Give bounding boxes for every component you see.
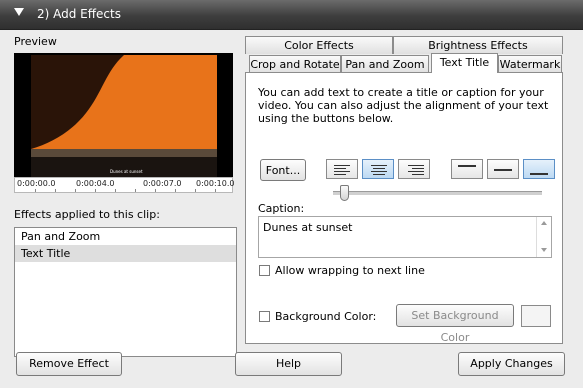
valign-middle-button[interactable] <box>487 159 519 179</box>
preview-overlay-text: Dunes at sunset <box>110 169 143 174</box>
font-button[interactable]: Font... <box>260 159 306 181</box>
timeline-tick <box>55 189 56 192</box>
align-center-button[interactable] <box>362 159 394 179</box>
apply-changes-button[interactable]: Apply Changes <box>458 352 565 376</box>
background-color-checkbox[interactable] <box>259 311 270 322</box>
align-line <box>412 174 424 175</box>
align-line <box>458 165 476 167</box>
timeline-tick <box>195 189 196 192</box>
position-slider-track[interactable] <box>333 191 542 196</box>
align-right-button[interactable] <box>398 159 430 179</box>
help-button[interactable]: Help <box>235 352 342 376</box>
align-line <box>530 173 548 175</box>
align-left-button[interactable] <box>326 159 358 179</box>
preview-image <box>14 53 233 179</box>
preview-timeline[interactable]: 0:00:00.0 0:00:04.0 0:00:07.0 0:00:10.0 <box>14 177 235 193</box>
timeline-tick <box>135 189 136 192</box>
caption-textarea[interactable]: Dunes at sunset <box>258 216 552 258</box>
effects-list[interactable]: Pan and Zoom Text Title <box>14 227 237 357</box>
section-title: 2) Add Effects <box>37 7 121 21</box>
align-line <box>408 171 424 172</box>
align-line <box>373 168 385 169</box>
collapse-triangle-icon[interactable] <box>14 8 24 16</box>
align-line <box>371 165 387 166</box>
timeline-tick <box>115 189 116 192</box>
effects-list-item[interactable]: Pan and Zoom <box>15 228 236 245</box>
align-line <box>334 168 346 169</box>
background-color-label: Background Color: <box>275 310 377 323</box>
align-line <box>412 168 424 169</box>
preview-label: Preview <box>14 35 57 48</box>
align-line <box>334 165 350 166</box>
effects-label: Effects applied to this clip: <box>14 208 160 221</box>
effects-list-item-selected[interactable]: Text Title <box>15 245 236 262</box>
wrap-label: Allow wrapping to next line <box>275 264 425 277</box>
tab-color-effects[interactable]: Color Effects <box>245 36 393 54</box>
remove-effect-button[interactable]: Remove Effect <box>16 352 122 376</box>
align-line <box>373 174 385 175</box>
align-line <box>334 174 346 175</box>
timeline-tick <box>215 189 216 192</box>
caption-scrollbar[interactable] <box>536 217 551 257</box>
timeline-tick <box>95 189 96 192</box>
video-preview: Dunes at sunset <box>14 53 233 179</box>
section-header[interactable]: 2) Add Effects <box>0 0 583 30</box>
align-line <box>371 171 387 172</box>
set-background-color-button[interactable]: Set Background Color <box>396 304 514 344</box>
position-slider-thumb[interactable] <box>340 185 349 201</box>
align-line <box>408 165 424 166</box>
caption-label: Caption: <box>258 202 305 215</box>
timeline-time: 0:00:07.0 <box>143 179 182 188</box>
wrap-checkbox[interactable] <box>259 265 270 276</box>
timeline-tick <box>75 189 76 192</box>
timeline-tick <box>35 189 36 192</box>
tab-crop-and-rotate[interactable]: Crop and Rotate <box>249 55 341 73</box>
background-color-swatch[interactable] <box>521 305 551 327</box>
valign-bottom-button[interactable] <box>523 159 555 179</box>
timeline-tick <box>175 189 176 192</box>
timeline-time: 0:00:10.0 <box>196 179 235 188</box>
scroll-arrows-icon[interactable] <box>537 217 551 257</box>
tab-pan-and-zoom[interactable]: Pan and Zoom <box>341 55 429 73</box>
tab-text-title[interactable]: Text Title <box>431 53 498 73</box>
caption-text: Dunes at sunset <box>263 221 353 234</box>
text-title-description: You can add text to create a title or ca… <box>258 86 549 125</box>
timeline-time: 0:00:04.0 <box>76 179 115 188</box>
align-line <box>494 169 512 171</box>
tab-brightness-effects[interactable]: Brightness Effects <box>393 36 563 54</box>
align-line <box>334 171 350 172</box>
timeline-tick <box>155 189 156 192</box>
timeline-time: 0:00:00.0 <box>17 179 56 188</box>
tab-watermark[interactable]: Watermark <box>498 55 562 73</box>
valign-top-button[interactable] <box>451 159 483 179</box>
